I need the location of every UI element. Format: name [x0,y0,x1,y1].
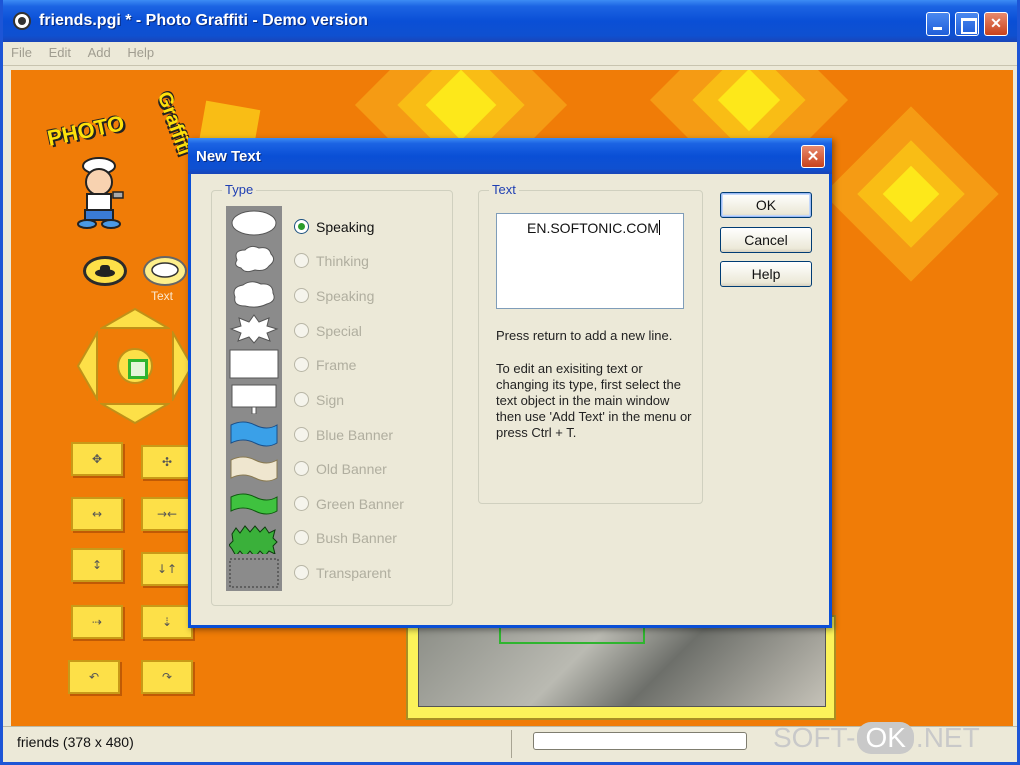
radio-button[interactable] [294,253,309,268]
type-option-label: Thinking [316,253,369,269]
rotate-right-button[interactable]: ↷ [141,660,193,694]
type-option-label: Speaking [316,219,375,235]
radio-button[interactable] [294,392,309,407]
center-select-icon[interactable] [117,348,153,384]
rotate-left-button[interactable]: ↶ [68,660,120,694]
radio-button[interactable] [294,427,309,442]
radio-button[interactable] [294,496,309,511]
photo-object[interactable] [406,615,836,720]
dialog-title-bar[interactable]: New Text ✕ [188,138,832,174]
type-option-label: Transparent [316,565,391,581]
stretch-vertical-button[interactable]: ↕ [71,548,123,582]
shrink-vertical-button[interactable]: ↓↑ [141,552,193,586]
speaking-bubble-icon[interactable] [229,209,279,239]
text-group: Text EN.SOFTONIC.COM Press return to add… [478,182,703,504]
title-bar[interactable]: friends.pgi * - Photo Graffiti - Demo ve… [3,0,1017,42]
speaking-cloud-icon [233,281,275,308]
logo-word-photo: PHOTO [45,110,127,151]
minimize-button[interactable] [926,12,950,36]
ok-button[interactable]: OK [720,192,812,218]
type-option-label: Frame [316,357,357,373]
new-text-dialog: New Text ✕ Type Speaking Thinking Speaki… [188,138,832,628]
flip-vertical-button[interactable]: ⇣ [141,605,193,639]
type-option-label: Green Banner [316,496,404,512]
radio-button[interactable] [294,288,309,303]
app-icon[interactable] [13,12,31,30]
menu-help[interactable]: Help [122,42,159,63]
text-tool-button[interactable] [143,256,187,286]
type-option-label: Old Banner [316,461,387,477]
type-option-label: Bush Banner [316,530,397,546]
type-option-label: Special [316,323,362,339]
status-divider [511,730,512,758]
thinking-bubble-icon [235,245,275,273]
dialog-title: New Text [196,148,261,165]
radio-button[interactable] [294,357,309,372]
type-option-label: Speaking [316,288,375,304]
status-text: friends (378 x 480) [17,734,134,750]
speech-bubble-icon [151,262,179,278]
graffiti-character-icon [77,157,124,229]
text-group-label: Text [489,182,519,197]
enlarge-both-button[interactable]: ✥ [71,442,123,476]
hint-edit: To edit an exisiting text or changing it… [496,361,692,440]
move-dpad [77,308,193,424]
radio-button[interactable] [294,530,309,545]
close-button[interactable]: ✕ [984,12,1008,36]
sign-icon [231,384,277,414]
blue-banner-icon [230,421,278,447]
old-banner-icon [230,456,278,482]
menu-bar: File Edit Add Help [3,42,1017,66]
text-input-value: EN.SOFTONIC.COM [527,220,659,236]
text-input[interactable]: EN.SOFTONIC.COM [496,213,684,309]
watermark-right: .NET [915,722,980,753]
text-caret [658,220,660,235]
status-bar: friends (378 x 480) SOFT- OK .NET [3,722,1017,762]
special-burst-icon [229,314,279,344]
hint-newline: Press return to add a new line. [496,328,673,343]
menu-edit[interactable]: Edit [44,42,76,63]
maximize-button[interactable] [955,12,979,36]
menu-add[interactable]: Add [83,42,116,63]
transparent-frame-icon [229,558,279,588]
radio-button[interactable] [294,219,309,234]
watermark: SOFT- OK .NET [773,722,980,754]
window-title: friends.pgi * - Photo Graffiti - Demo ve… [39,12,368,29]
bush-banner-icon [229,525,278,554]
stretch-horizontal-button[interactable]: ↔ [71,497,123,531]
select-tool-button[interactable] [83,256,127,286]
type-group-label: Type [222,182,257,197]
arrow-up-icon[interactable] [100,308,170,330]
type-option-label: Sign [316,392,345,408]
radio-button[interactable] [294,565,309,580]
arrow-down-icon[interactable] [100,402,170,424]
type-option-label: Blue Banner [316,427,394,443]
progress-bar [533,732,747,750]
type-preview-column [226,206,282,591]
hat-icon [95,265,115,277]
menu-file[interactable]: File [6,42,37,63]
flip-horizontal-button[interactable]: ⇢ [71,605,123,639]
dialog-close-button[interactable]: ✕ [801,145,825,168]
watermark-middle: OK [857,722,914,754]
radio-button[interactable] [294,461,309,476]
photo-image [418,617,826,707]
text-tool-label: Text [151,289,174,303]
type-group: Type Speaking Thinking Speaking Special … [211,182,453,606]
shrink-horizontal-button[interactable]: →← [141,497,193,531]
radio-button[interactable] [294,323,309,338]
shrink-both-button[interactable]: ✣ [141,445,193,479]
watermark-left: SOFT- [773,722,856,753]
frame-icon [229,349,279,379]
help-button[interactable]: Help [720,261,812,287]
green-banner-icon [230,493,278,515]
cancel-button[interactable]: Cancel [720,227,812,253]
photo-graffiti-logo: PHOTO Graffiti [41,89,196,240]
arrow-left-icon[interactable] [77,331,99,401]
